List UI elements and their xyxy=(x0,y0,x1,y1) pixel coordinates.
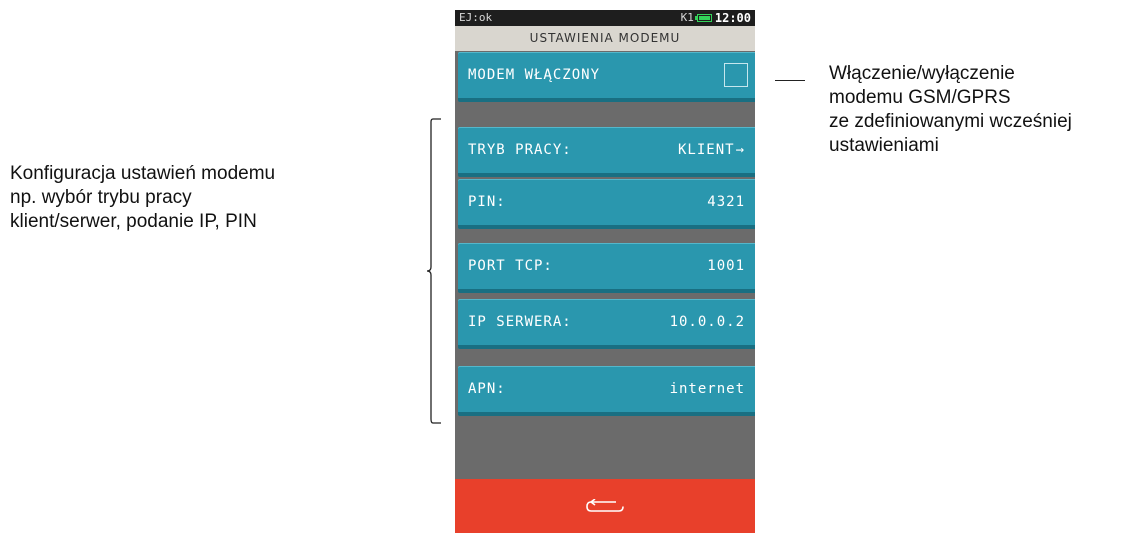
row-label: TRYB PRACY: xyxy=(468,142,572,158)
tcp-port-value: 1001 xyxy=(707,258,745,274)
server-ip-row[interactable]: IP SERWERA: 10.0.0.2 xyxy=(458,299,755,349)
row-label: IP SERWERA: xyxy=(468,314,572,330)
apn-row[interactable]: APN: internet xyxy=(458,366,755,416)
annotation-line: np. wybór trybu pracy xyxy=(10,187,192,208)
work-mode-row[interactable]: TRYB PRACY: KLIENT→ xyxy=(458,127,755,177)
work-mode-value: KLIENT xyxy=(677,142,735,158)
apn-value: internet xyxy=(669,381,745,397)
annotation-modem-toggle: Włączenie/wyłączenie modemu GSM/GPRS ze … xyxy=(829,62,1072,158)
device-screen: EJ:ok K1 12:00 USTAWIENIA MODEMU MODEM W… xyxy=(455,10,755,533)
battery-icon xyxy=(694,14,712,22)
annotation-connector-line xyxy=(775,80,805,81)
curly-bracket xyxy=(426,118,441,424)
row-label: MODEM WŁĄCZONY xyxy=(468,67,601,83)
mode-indicator: K1 xyxy=(680,11,694,24)
ej-status: EJ:ok xyxy=(459,11,493,24)
row-label: PORT TCP: xyxy=(468,258,553,274)
tcp-port-row[interactable]: PORT TCP: 1001 xyxy=(458,243,755,293)
pin-value: 4321 xyxy=(707,194,745,210)
annotation-line: Konfiguracja ustawień modemu xyxy=(10,163,276,184)
annotation-modem-config: Konfiguracja ustawień modemu np. wybór t… xyxy=(10,162,275,234)
bottom-bar xyxy=(455,479,755,533)
server-ip-value: 10.0.0.2 xyxy=(669,314,745,330)
arrow-right-icon: → xyxy=(735,142,745,158)
pin-row[interactable]: PIN: 4321 xyxy=(458,179,755,229)
status-bar: EJ:ok K1 12:00 xyxy=(455,10,755,26)
modem-enabled-row[interactable]: MODEM WŁĄCZONY xyxy=(458,52,755,102)
row-label: PIN: xyxy=(468,194,506,210)
modem-enabled-checkbox[interactable] xyxy=(724,63,748,87)
annotation-line: ze zdefiniowanymi wcześniej xyxy=(829,111,1072,132)
screen-title: USTAWIENIA MODEMU xyxy=(455,26,755,51)
row-value: KLIENT→ xyxy=(678,142,745,158)
annotation-line: modemu GSM/GPRS xyxy=(829,87,1011,108)
status-right-group: K1 12:00 xyxy=(681,10,751,26)
back-arrow-icon[interactable] xyxy=(586,499,624,515)
annotation-line: ustawieniami xyxy=(829,135,939,156)
row-label: APN: xyxy=(468,381,506,397)
annotation-line: klient/serwer, podanie IP, PIN xyxy=(10,211,257,232)
clock: 12:00 xyxy=(714,11,751,25)
annotation-line: Włączenie/wyłączenie xyxy=(829,63,1015,84)
